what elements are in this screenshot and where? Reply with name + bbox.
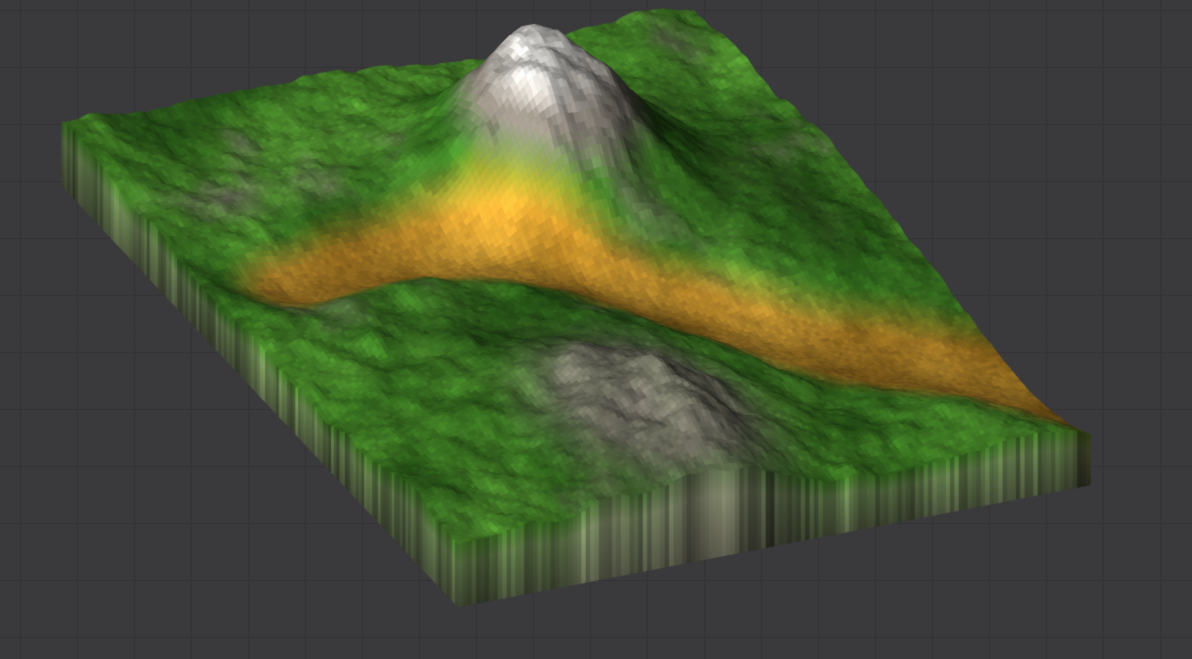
viewport-3d xyxy=(0,0,1192,659)
terrain-viewport-canvas[interactable] xyxy=(0,0,1192,659)
